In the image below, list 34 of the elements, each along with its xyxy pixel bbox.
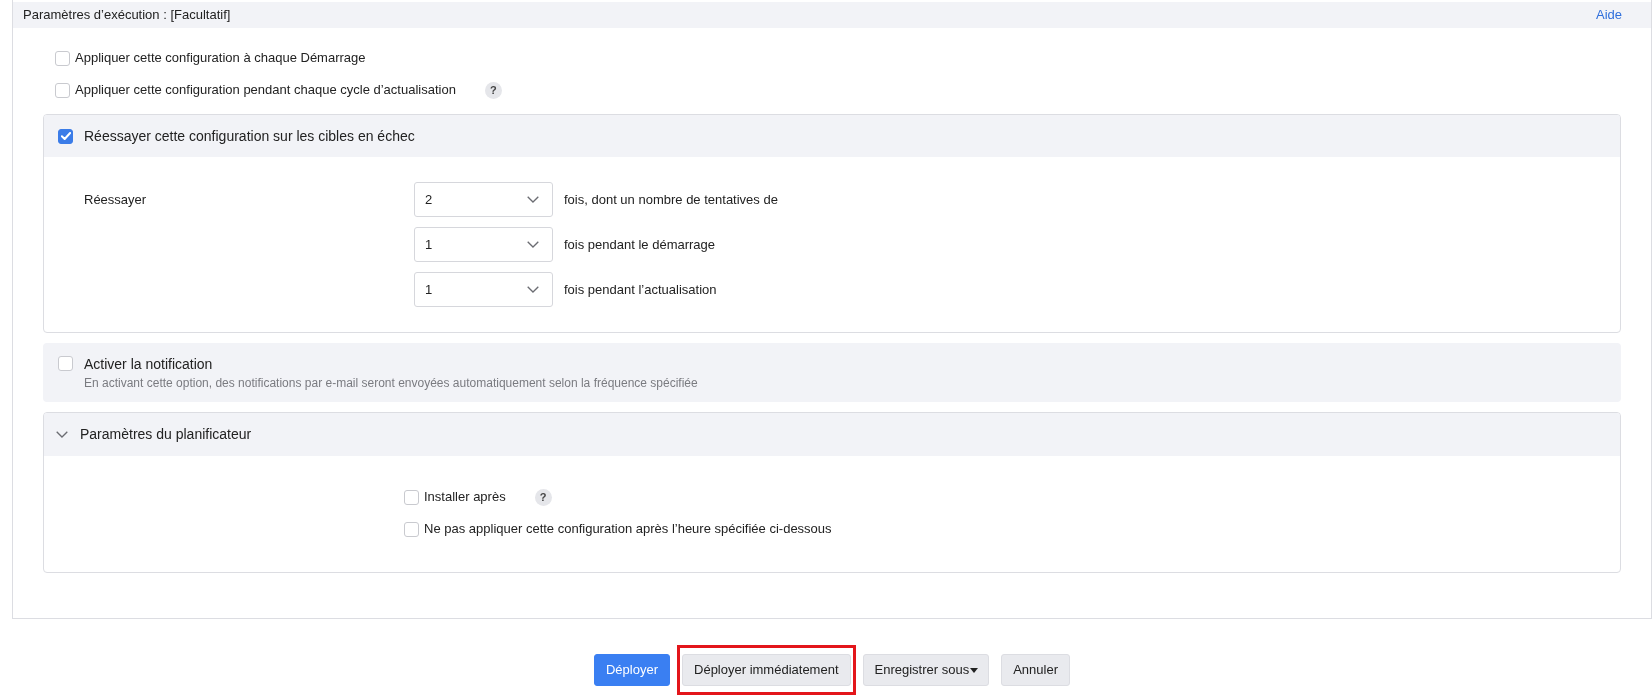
help-link[interactable]: Aide: [1595, 5, 1622, 25]
field-suffix: fois, dont un nombre de tentatives de: [564, 190, 778, 209]
field-suffix: fois pendant l’actualisation: [564, 280, 717, 299]
option-label: Ne pas appliquer cette configuration après l’heure spécifiée ci-dessous: [424, 520, 832, 539]
dropdown-button[interactable]: Enregistrer sous: [862, 654, 990, 686]
option-label: Appliquer cette configuration à chaque Démarrage: [75, 49, 366, 68]
option-label: Appliquer cette configuration pendant chaque cycle d’actualisation: [75, 81, 456, 100]
card-description: En activant cette option, des notifications par e-mail seront envoyées automatiquement selon la fréquence spécifiée: [84, 375, 698, 392]
checkbox[interactable]: [404, 521, 419, 537]
card-title: Paramètres du planificateur: [80, 425, 252, 444]
card-title: Activer la notification: [84, 355, 214, 373]
option-label: Installer après: [424, 488, 506, 507]
field-suffix: fois pendant le démarrage: [564, 235, 716, 254]
checkbox[interactable]: [404, 489, 419, 505]
field-label: Réessayer: [84, 190, 147, 209]
checkbox[interactable]: [55, 82, 70, 98]
chevron-down-icon: [527, 196, 539, 203]
action-button[interactable]: Déployer immédiatement: [682, 654, 851, 686]
help-badge[interactable]: ?: [484, 81, 502, 99]
help-badge[interactable]: ?: [534, 488, 552, 506]
select-field[interactable]: 1: [414, 272, 553, 307]
panel-title: Paramètres d’exécution : [Facultatif]: [23, 6, 231, 25]
caret-down-icon: [970, 667, 979, 673]
chevron-down-icon: [527, 286, 539, 293]
checkbox[interactable]: [58, 356, 73, 371]
select-field[interactable]: 1: [414, 227, 553, 262]
checkbox[interactable]: [55, 50, 70, 66]
action-button[interactable]: Annuler: [1001, 654, 1070, 686]
chevron-down-icon: [527, 241, 539, 248]
card-title: Réessayer cette configuration sur les cibles en échec: [84, 126, 415, 146]
primary-button[interactable]: Déployer: [594, 654, 670, 686]
select-field[interactable]: 2: [414, 182, 553, 217]
checkbox[interactable]: [58, 128, 73, 144]
check-icon: [60, 132, 71, 140]
